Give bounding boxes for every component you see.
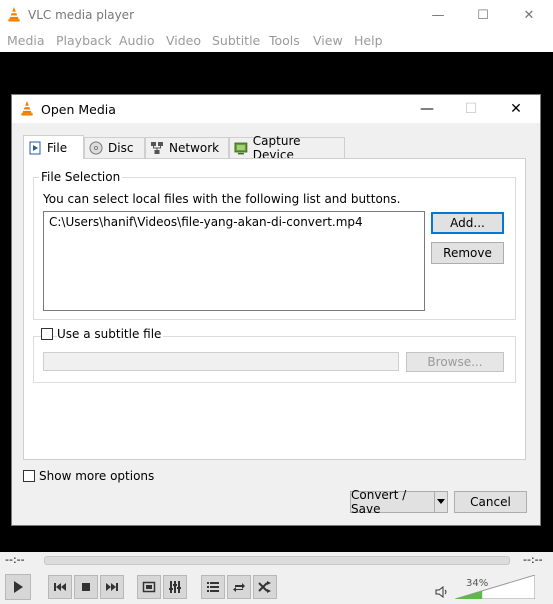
dialog-minimize-button[interactable]: — [404, 95, 450, 123]
play-icon [14, 581, 23, 593]
playlist-button[interactable] [201, 575, 225, 599]
minimize-icon: — [420, 101, 434, 117]
speaker-icon[interactable] [435, 585, 449, 599]
subtitle-path-input [43, 352, 399, 371]
total-time: --:-- [523, 553, 543, 566]
disc-icon [89, 141, 103, 155]
remove-button[interactable]: Remove [431, 242, 504, 264]
show-more-options-label: Show more options [39, 469, 155, 483]
open-media-dialog: Open Media — ☐ ✕ File Disc Network Captu… [11, 94, 541, 526]
stop-button[interactable] [74, 575, 98, 599]
close-icon: ✕ [510, 101, 522, 117]
file-selection-description: You can select local files with the foll… [43, 192, 401, 206]
tab-file-label: File [47, 140, 68, 155]
maximize-icon: ☐ [464, 101, 478, 117]
next-icon [106, 583, 118, 591]
menu-subtitle[interactable]: Subtitle [212, 33, 260, 48]
play-button[interactable] [5, 574, 31, 600]
cancel-button[interactable]: Cancel [454, 491, 527, 513]
equalizer-icon [169, 581, 181, 593]
vlc-titlebar: VLC media player — ☐ ✕ [0, 0, 553, 31]
next-button[interactable] [100, 575, 124, 599]
tab-capture-device[interactable]: Capture Device [229, 134, 345, 162]
stop-icon [82, 583, 90, 591]
menu-video[interactable]: Video [166, 33, 201, 48]
vlc-cone-icon [21, 101, 33, 116]
capture-device-icon [234, 142, 248, 155]
convert-save-dropdown-button[interactable] [434, 491, 448, 513]
network-icon [151, 142, 163, 154]
browse-button: Browse... [406, 352, 504, 372]
minimize-icon: — [431, 8, 445, 23]
use-subtitle-checkbox[interactable] [41, 328, 53, 340]
fullscreen-icon [142, 581, 156, 593]
file-icon [29, 141, 41, 154]
menu-view[interactable]: View [313, 33, 343, 48]
use-subtitle-label: Use a subtitle file [57, 327, 164, 341]
maximize-icon: ☐ [477, 8, 489, 23]
volume-percent: 34% [466, 578, 489, 589]
file-selection-label: File Selection [39, 170, 123, 184]
menu-audio[interactable]: Audio [119, 33, 155, 48]
seek-slider[interactable] [44, 556, 510, 565]
loop-icon [233, 583, 245, 592]
menu-playback[interactable]: Playback [56, 33, 112, 48]
list-item[interactable]: C:\Users\hanif\Videos\file-yang-akan-di-… [49, 215, 419, 229]
close-button[interactable]: ✕ [506, 0, 552, 31]
menu-help[interactable]: Help [354, 33, 383, 48]
dialog-title: Open Media [41, 102, 116, 117]
playlist-icon [207, 582, 219, 592]
add-button[interactable]: Add... [431, 212, 504, 234]
file-list[interactable]: C:\Users\hanif\Videos\file-yang-akan-di-… [43, 211, 425, 311]
loop-button[interactable] [227, 575, 251, 599]
tab-disc[interactable]: Disc [84, 137, 145, 158]
vlc-cone-icon [8, 7, 20, 22]
dialog-titlebar: Open Media — ☐ ✕ [12, 95, 540, 123]
menu-media[interactable]: Media [7, 33, 45, 48]
tab-file[interactable]: File [23, 135, 84, 159]
shuffle-button[interactable] [253, 575, 277, 599]
extended-settings-button[interactable] [163, 575, 187, 599]
dialog-maximize-button: ☐ [448, 95, 494, 123]
shuffle-icon [258, 581, 271, 593]
menubar: Media Playback Audio Video Subtitle Tool… [0, 31, 553, 52]
tab-network[interactable]: Network [145, 137, 229, 158]
convert-save-button[interactable]: Convert / Save [350, 488, 435, 516]
previous-icon [54, 583, 66, 591]
show-more-options-checkbox[interactable] [23, 470, 35, 482]
previous-button[interactable] [48, 575, 72, 599]
dialog-close-button[interactable]: ✕ [493, 95, 539, 123]
minimize-button[interactable]: — [415, 0, 461, 31]
close-icon: ✕ [523, 8, 535, 23]
app-title: VLC media player [28, 8, 135, 22]
menu-tools[interactable]: Tools [269, 33, 300, 48]
elapsed-time: --:-- [5, 553, 25, 566]
chevron-down-icon [437, 499, 445, 504]
tab-network-label: Network [169, 141, 220, 155]
tab-disc-label: Disc [108, 141, 134, 155]
maximize-button[interactable]: ☐ [460, 0, 506, 31]
fullscreen-button[interactable] [137, 575, 161, 599]
